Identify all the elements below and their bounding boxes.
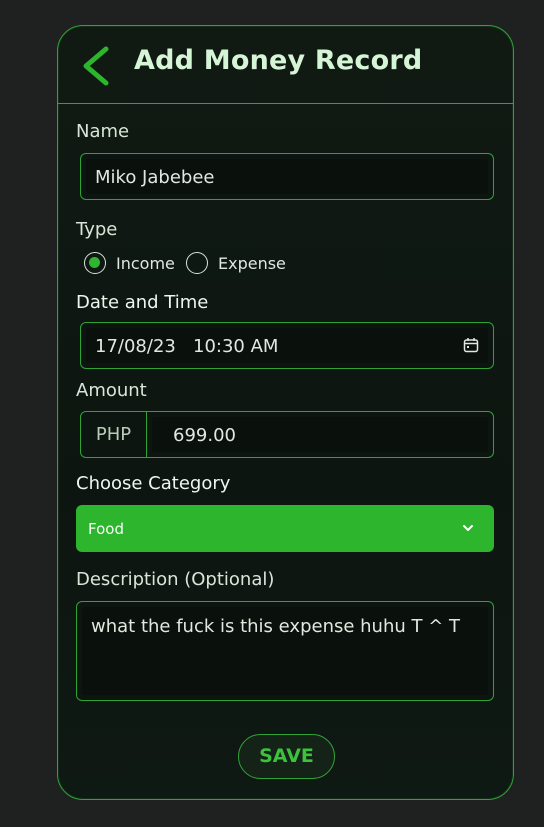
datetime-label: Date and Time xyxy=(76,292,209,313)
name-field[interactable]: Miko Jabebee xyxy=(80,153,494,200)
description-textarea[interactable]: what the fuck is this expense huhu T ^ T xyxy=(76,601,494,701)
expense-radio[interactable] xyxy=(186,252,208,274)
income-label[interactable]: Income xyxy=(116,254,175,273)
chevron-down-icon xyxy=(463,525,473,531)
name-label: Name xyxy=(76,121,130,142)
datetime-field[interactable]: 17/08/23 10:30 AM xyxy=(80,322,494,369)
add-money-record-card: Add Money Record Name Miko Jabebee Type … xyxy=(57,25,514,800)
calendar-icon[interactable] xyxy=(463,337,479,353)
category-label: Choose Category xyxy=(76,473,231,494)
category-value: Food xyxy=(88,520,124,538)
name-value: Miko Jabebee xyxy=(95,167,215,188)
description-label: Description (Optional) xyxy=(76,569,275,590)
type-label: Type xyxy=(76,219,118,240)
income-radio[interactable] xyxy=(84,252,106,274)
category-select[interactable]: Food xyxy=(76,505,494,552)
description-value: what the fuck is this expense huhu T ^ T xyxy=(91,616,461,637)
currency-prefix: PHP xyxy=(81,412,147,457)
page-title: Add Money Record xyxy=(134,45,423,76)
amount-field[interactable]: PHP 699.00 xyxy=(80,411,494,458)
save-button[interactable]: SAVE xyxy=(238,734,335,779)
header: Add Money Record xyxy=(58,26,513,104)
amount-value: 699.00 xyxy=(173,425,236,446)
chevron-left-icon[interactable] xyxy=(80,46,112,86)
amount-label: Amount xyxy=(76,380,147,401)
datetime-value: 17/08/23 10:30 AM xyxy=(95,336,279,357)
expense-label[interactable]: Expense xyxy=(218,254,286,273)
